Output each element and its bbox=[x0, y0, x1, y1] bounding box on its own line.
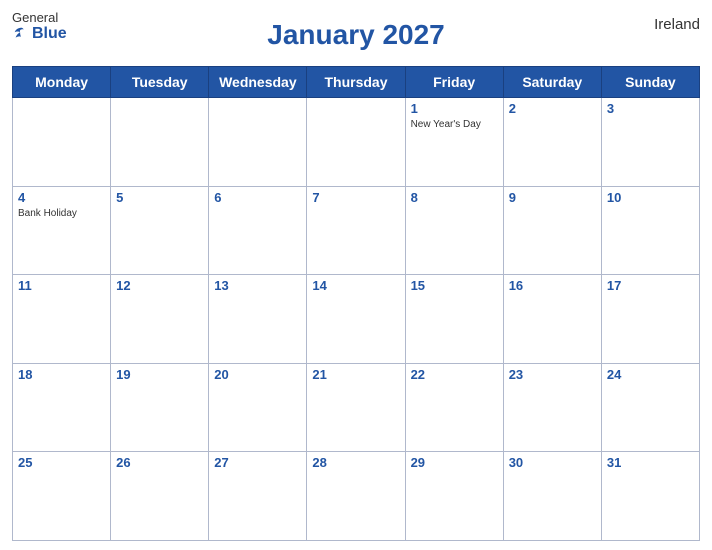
day-number: 12 bbox=[116, 278, 203, 293]
weekday-thursday: Thursday bbox=[307, 67, 405, 98]
day-number: 17 bbox=[607, 278, 694, 293]
weekday-header-row: Monday Tuesday Wednesday Thursday Friday… bbox=[13, 67, 700, 98]
calendar-cell-w1-d7: 3 bbox=[601, 98, 699, 187]
calendar-cell-w3-d2: 12 bbox=[111, 275, 209, 364]
day-number: 14 bbox=[312, 278, 399, 293]
day-number: 3 bbox=[607, 101, 694, 116]
calendar-cell-w2-d1: 4 Bank Holiday bbox=[13, 186, 111, 275]
calendar-cell-w1-d1 bbox=[13, 98, 111, 187]
country-label: Ireland bbox=[654, 16, 700, 33]
calendar-cell-w4-d3: 20 bbox=[209, 363, 307, 452]
day-number: 15 bbox=[411, 278, 498, 293]
calendar-cell-w2-d7: 10 bbox=[601, 186, 699, 275]
day-number: 31 bbox=[607, 455, 694, 470]
weekday-tuesday: Tuesday bbox=[111, 67, 209, 98]
day-number: 11 bbox=[18, 278, 105, 293]
calendar-cell-w2-d2: 5 bbox=[111, 186, 209, 275]
calendar-cell-w1-d5: 1 New Year's Day bbox=[405, 98, 503, 187]
day-number: 4 bbox=[18, 190, 105, 205]
calendar-cell-w4-d6: 23 bbox=[503, 363, 601, 452]
calendar-cell-w4-d7: 24 bbox=[601, 363, 699, 452]
weekday-saturday: Saturday bbox=[503, 67, 601, 98]
day-number: 22 bbox=[411, 367, 498, 382]
day-number: 9 bbox=[509, 190, 596, 205]
weekday-wednesday: Wednesday bbox=[209, 67, 307, 98]
calendar-cell-w5-d1: 25 bbox=[13, 452, 111, 541]
day-number: 29 bbox=[411, 455, 498, 470]
calendar-cell-w2-d4: 7 bbox=[307, 186, 405, 275]
day-number: 19 bbox=[116, 367, 203, 382]
day-number: 20 bbox=[214, 367, 301, 382]
calendar-cell-w3-d5: 15 bbox=[405, 275, 503, 364]
calendar-cell-w4-d2: 19 bbox=[111, 363, 209, 452]
day-number: 28 bbox=[312, 455, 399, 470]
week-row-4: 18 19 20 21 22 23 24 bbox=[13, 363, 700, 452]
calendar-table: Monday Tuesday Wednesday Thursday Friday… bbox=[12, 66, 700, 541]
day-number: 25 bbox=[18, 455, 105, 470]
day-number: 21 bbox=[312, 367, 399, 382]
calendar-cell-w3-d4: 14 bbox=[307, 275, 405, 364]
calendar-cell-w3-d6: 16 bbox=[503, 275, 601, 364]
calendar-cell-w4-d5: 22 bbox=[405, 363, 503, 452]
day-number: 18 bbox=[18, 367, 105, 382]
logo: General Blue bbox=[12, 10, 67, 43]
week-row-3: 11 12 13 14 15 16 17 bbox=[13, 275, 700, 364]
day-number: 24 bbox=[607, 367, 694, 382]
day-event: New Year's Day bbox=[411, 118, 498, 131]
logo-blue-text: Blue bbox=[12, 25, 67, 43]
day-number: 30 bbox=[509, 455, 596, 470]
day-number: 27 bbox=[214, 455, 301, 470]
week-row-5: 25 26 27 28 29 30 31 bbox=[13, 452, 700, 541]
calendar-cell-w4-d4: 21 bbox=[307, 363, 405, 452]
day-number: 5 bbox=[116, 190, 203, 205]
calendar-cell-w2-d6: 9 bbox=[503, 186, 601, 275]
calendar-cell-w3-d3: 13 bbox=[209, 275, 307, 364]
day-number: 2 bbox=[509, 101, 596, 116]
day-number: 13 bbox=[214, 278, 301, 293]
calendar-cell-w5-d7: 31 bbox=[601, 452, 699, 541]
calendar-cell-w2-d5: 8 bbox=[405, 186, 503, 275]
weekday-friday: Friday bbox=[405, 67, 503, 98]
calendar-cell-w1-d3 bbox=[209, 98, 307, 187]
day-number: 16 bbox=[509, 278, 596, 293]
weekday-sunday: Sunday bbox=[601, 67, 699, 98]
calendar-cell-w4-d1: 18 bbox=[13, 363, 111, 452]
calendar-cell-w5-d6: 30 bbox=[503, 452, 601, 541]
calendar-wrapper: General Blue January 2027 Ireland Monday… bbox=[0, 0, 712, 550]
calendar-cell-w5-d4: 28 bbox=[307, 452, 405, 541]
calendar-cell-w1-d2 bbox=[111, 98, 209, 187]
day-number: 10 bbox=[607, 190, 694, 205]
calendar-cell-w2-d3: 6 bbox=[209, 186, 307, 275]
day-number: 6 bbox=[214, 190, 301, 205]
week-row-2: 4 Bank Holiday 56789 10 bbox=[13, 186, 700, 275]
weekday-monday: Monday bbox=[13, 67, 111, 98]
logo-general-text: General bbox=[12, 10, 58, 25]
calendar-cell-w3-d7: 17 bbox=[601, 275, 699, 364]
logo-bird-icon bbox=[12, 25, 30, 43]
day-number: 8 bbox=[411, 190, 498, 205]
calendar-cell-w5-d5: 29 bbox=[405, 452, 503, 541]
calendar-cell-w3-d1: 11 bbox=[13, 275, 111, 364]
day-event: Bank Holiday bbox=[18, 207, 105, 220]
day-number: 1 bbox=[411, 101, 498, 116]
calendar-cell-w5-d2: 26 bbox=[111, 452, 209, 541]
calendar-title: January 2027 bbox=[267, 19, 444, 51]
calendar-cell-w1-d6: 2 bbox=[503, 98, 601, 187]
calendar-cell-w1-d4 bbox=[307, 98, 405, 187]
day-number: 23 bbox=[509, 367, 596, 382]
calendar-cell-w5-d3: 27 bbox=[209, 452, 307, 541]
day-number: 7 bbox=[312, 190, 399, 205]
week-row-1: 1 New Year's Day 23 bbox=[13, 98, 700, 187]
calendar-header: General Blue January 2027 Ireland bbox=[12, 10, 700, 60]
day-number: 26 bbox=[116, 455, 203, 470]
